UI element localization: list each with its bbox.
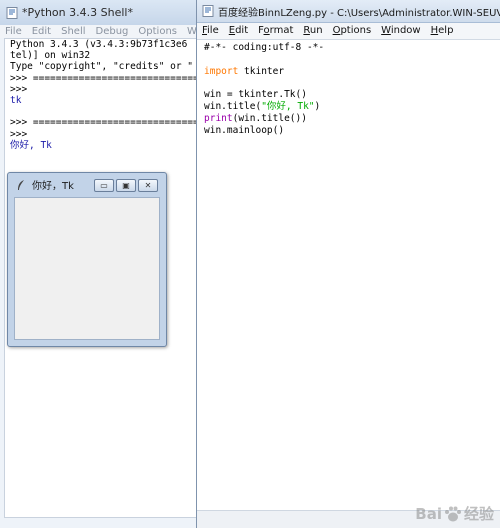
editor-window[interactable]: 百度经验BinnLZeng.py - C:\Users\Administrato…	[196, 0, 500, 528]
shell-line: Python 3.4.3 (v3.4.3:9b73f1c3e6	[10, 39, 188, 50]
code-text: (win.title())	[232, 112, 307, 124]
shell-menu-options[interactable]: Options	[133, 25, 182, 38]
code-line-comment: #-*- coding:utf-8 -*-	[204, 42, 325, 53]
tk-client-area[interactable]	[14, 197, 160, 340]
shell-line: Type "copyright", "credits" or "	[10, 61, 194, 73]
python-file-icon	[6, 6, 18, 19]
editor-menu-run[interactable]: Run	[298, 23, 327, 39]
editor-menu-window[interactable]: Window	[376, 23, 425, 39]
code-line-tk: win = tkinter.Tk()	[204, 89, 307, 101]
close-icon: ✕	[144, 181, 152, 190]
editor-menu-edit[interactable]: Edit	[224, 23, 253, 39]
editor-titlebar[interactable]: 百度经验BinnLZeng.py - C:\Users\Administrato…	[197, 0, 500, 23]
shell-menu-shell[interactable]: Shell	[56, 25, 90, 38]
editor-menubar: File Edit Format Run Options Window Help	[197, 23, 500, 40]
menu-rest: elp	[438, 25, 454, 36]
minimize-button[interactable]: ▭	[94, 179, 114, 192]
shell-menu-debug[interactable]: Debug	[91, 25, 134, 38]
maximize-icon: ▣	[122, 181, 130, 190]
shell-blank-line	[5, 106, 199, 117]
python-file-icon	[202, 5, 214, 17]
code-line-mainloop: win.mainloop()	[204, 124, 285, 136]
code-text: )	[314, 100, 321, 112]
close-button[interactable]: ✕	[138, 179, 158, 192]
menu-rest: rmat	[269, 25, 294, 36]
menu-rest: ptions	[340, 25, 372, 36]
shell-output-line: 你好, Tk	[10, 139, 52, 151]
shell-menu-file[interactable]: File	[0, 25, 27, 38]
code-editor-area[interactable]: #-*- coding:utf-8 -*- import tkinter win…	[197, 40, 500, 510]
code-line-import: import tkinter	[204, 66, 500, 78]
code-text: win.title(	[204, 100, 262, 112]
menu-rest: ile	[207, 25, 219, 36]
shell-titlebar[interactable]: *Python 3.4.3 Shell*	[0, 0, 200, 26]
shell-line: >>>	[10, 83, 28, 95]
code-line-print: print(win.title())	[204, 113, 500, 125]
tk-feather-icon	[18, 179, 24, 190]
shell-line: >>> ================================	[10, 72, 200, 84]
menu-rest: dit	[235, 25, 249, 36]
shell-line: >>>	[10, 128, 28, 140]
tk-window[interactable]: 你好，Tk ▭ ▣ ✕	[7, 172, 167, 347]
editor-menu-help[interactable]: Help	[426, 23, 459, 39]
editor-menu-format[interactable]: Format	[253, 23, 298, 39]
editor-menu-options[interactable]: Options	[328, 23, 377, 39]
menu-accel: W	[381, 25, 391, 36]
code-line-title: win.title("你好, Tk")	[204, 101, 500, 113]
tk-window-controls: ▭ ▣ ✕	[92, 179, 158, 192]
shell-title: *Python 3.4.3 Shell*	[22, 6, 133, 19]
editor-menu-file[interactable]: File	[197, 23, 224, 39]
shell-menu-edit[interactable]: Edit	[27, 25, 56, 38]
keyword-import: import	[204, 65, 239, 77]
code-string: "你好, Tk"	[261, 100, 315, 112]
shell-menubar: File Edit Shell Debug Options Windo	[0, 25, 218, 38]
editor-title: 百度经验BinnLZeng.py - C:\Users\Administrato…	[218, 7, 500, 19]
code-text: tkinter	[238, 65, 285, 77]
shell-output-line: tk	[10, 95, 22, 107]
menu-rest: un	[309, 25, 323, 36]
minimize-icon: ▭	[100, 181, 108, 190]
menu-rest: indow	[390, 25, 421, 36]
shell-line: >>> ================================	[10, 117, 200, 129]
menu-accel: H	[430, 25, 439, 36]
tk-window-title: 你好，Tk	[32, 181, 74, 192]
editor-statusbar	[197, 510, 500, 528]
maximize-button[interactable]: ▣	[116, 179, 136, 192]
builtin-print: print	[204, 112, 233, 124]
shell-line: tel)] on win32	[10, 50, 91, 62]
